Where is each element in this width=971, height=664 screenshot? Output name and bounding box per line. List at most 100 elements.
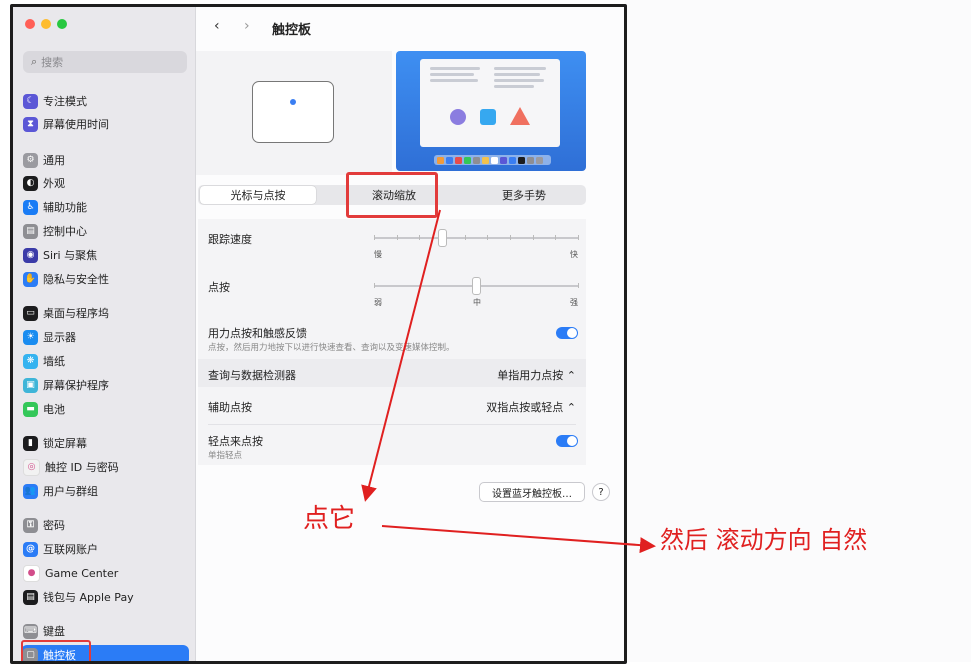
tracking-speed-label: 跟踪速度 — [208, 233, 252, 246]
secondary-click-popup[interactable]: 双指点按或轻点 ⌃ — [486, 399, 576, 415]
secondary-click-row: 辅助点按 双指点按或轻点 ⌃ — [198, 387, 586, 425]
sidebar-item-keyboard[interactable]: ⌨ 键盘 — [23, 621, 65, 641]
sidebar-item-label: 显示器 — [43, 331, 76, 344]
tap-to-click-toggle[interactable] — [556, 435, 578, 447]
slider-tick — [464, 235, 466, 240]
users-icon: 👥 — [23, 483, 38, 499]
tap-to-click-row: 轻点来点按 单指轻点 — [198, 425, 586, 465]
sidebar-item-wallpaper[interactable]: ❋ 墙纸 — [23, 351, 65, 371]
circle-shape-icon — [450, 109, 466, 125]
click-min: 弱 — [374, 298, 382, 307]
sidebar-item-label: 专注模式 — [43, 95, 87, 108]
accessibility-icon: ♿ — [23, 199, 38, 215]
close-button[interactable] — [25, 19, 35, 29]
click-knob[interactable] — [472, 277, 481, 295]
trackpad-illustration — [196, 51, 392, 175]
sidebar-item-label: 电池 — [43, 403, 65, 416]
sidebar-item-appearance[interactable]: ◐ 外观 — [23, 173, 65, 193]
wallpaper-icon: ❋ — [23, 353, 38, 369]
lookup-label: 查询与数据检测器 — [208, 369, 296, 382]
sidebar-item-battery[interactable]: ▬ 电池 — [23, 399, 65, 419]
key-icon: ⚿ — [23, 517, 38, 533]
force-click-description: 点按，然后用力地按下以进行快速查看、查询以及变速媒体控制。 — [208, 343, 455, 353]
sidebar-item-control-center[interactable]: ▤ 控制中心 — [23, 221, 87, 241]
annotation-click-it: 点它 — [303, 504, 356, 534]
sidebar-item-lock-screen[interactable]: ▮ 锁定屏幕 — [23, 433, 87, 453]
force-click-toggle[interactable] — [556, 327, 578, 339]
annotation-then-natural-scroll: 然后 滚动方向 自然 — [660, 526, 868, 554]
tracking-speed-min: 慢 — [374, 250, 382, 259]
click-label: 点按 — [208, 281, 230, 294]
slider-tick — [487, 235, 489, 240]
sidebar-item-users[interactable]: 👥 用户与群组 — [23, 481, 98, 501]
wallet-icon: ▤ — [23, 589, 38, 605]
sidebar-item-wallet[interactable]: ▤ 钱包与 Apple Pay — [23, 587, 134, 607]
sidebar-item-display[interactable]: ☀ 显示器 — [23, 327, 76, 347]
toolbar: ‹ › 触控板 — [196, 7, 624, 47]
sidebar-item-moon[interactable]: ☾ 专注模式 — [23, 91, 87, 111]
sidebar-item-game-center[interactable]: ● Game Center — [23, 563, 118, 583]
slider-tick — [396, 235, 398, 240]
siri-icon: ◉ — [23, 247, 38, 263]
search-placeholder: 搜索 — [41, 56, 64, 69]
sidebar-item-label: 触控 ID 与密码 — [45, 461, 119, 474]
sidebar-item-label: 桌面与程序坞 — [43, 307, 109, 320]
sidebar-item-label: 控制中心 — [43, 225, 87, 238]
force-click-row: 用力点按和触感反馈 点按，然后用力地按下以进行快速查看、查询以及变速媒体控制。 — [198, 319, 586, 359]
tracking-speed-max: 快 — [570, 250, 578, 259]
annotation-box-trackpad — [21, 640, 91, 661]
traffic-lights — [25, 19, 67, 29]
sidebar-item-label: 钱包与 Apple Pay — [43, 591, 134, 604]
sidebar-item-screensaver[interactable]: ▣ 屏幕保护程序 — [23, 375, 109, 395]
sidebar-item-dock[interactable]: ▭ 桌面与程序坞 — [23, 303, 109, 323]
gesture-preview-image — [396, 51, 586, 171]
sidebar-item-label: 墙纸 — [43, 355, 65, 368]
moon-icon: ☾ — [23, 93, 38, 109]
minimize-button[interactable] — [41, 19, 51, 29]
trackpad-icon — [252, 81, 334, 143]
sidebar-item-label: 用户与群组 — [43, 485, 98, 498]
sidebar-item-hourglass[interactable]: ⧗ 屏幕使用时间 — [23, 114, 109, 134]
sidebar-item-label: 屏幕保护程序 — [43, 379, 109, 392]
tracking-speed-knob[interactable] — [438, 229, 447, 247]
page-title: 触控板 — [272, 23, 312, 38]
sidebar-item-label: 锁定屏幕 — [43, 437, 87, 450]
tab-point-click[interactable]: 光标与点按 — [200, 186, 316, 204]
at-icon: @ — [23, 541, 38, 557]
tap-to-click-label: 轻点来点按 — [208, 435, 263, 448]
sidebar-item-label: 外观 — [43, 177, 65, 190]
sidebar-item-label: 隐私与安全性 — [43, 273, 109, 286]
sidebar-item-gear[interactable]: ⚙ 通用 — [23, 150, 65, 170]
annotation-box-scroll-zoom — [346, 172, 438, 218]
back-button[interactable]: ‹ — [214, 18, 220, 34]
tracking-speed-slider[interactable] — [374, 237, 578, 239]
lookup-popup[interactable]: 单指用力点按 ⌃ — [497, 367, 576, 383]
sidebar-item-label: Game Center — [45, 566, 119, 580]
sidebar: ⌕ 搜索 ☾ 专注模式 ⧗ 屏幕使用时间 ⚙ 通用 ◐ 外观 ♿ 辅助功能 ▤ 控制中心 ◉ Siri 与… — [13, 7, 196, 661]
sidebar-item-key[interactable]: ⚿ 密码 — [23, 515, 65, 535]
sidebar-item-accessibility[interactable]: ♿ 辅助功能 — [23, 197, 87, 217]
main-pane: ‹ › 触控板 光标与点按 滚动缩放 更多手势 跟踪速度 慢 快 点按 弱 中 … — [196, 7, 624, 661]
sidebar-item-siri[interactable]: ◉ Siri 与聚焦 — [23, 245, 97, 265]
sidebar-item-label: 键盘 — [43, 625, 65, 638]
dock-icon: ▭ — [23, 305, 38, 321]
search-input[interactable]: ⌕ 搜索 — [23, 51, 187, 73]
sidebar-item-label: 互联网账户 — [43, 543, 98, 556]
sidebar-item-label: Siri 与聚焦 — [43, 249, 98, 262]
lookup-row: 查询与数据检测器 单指用力点按 ⌃ — [198, 359, 586, 387]
sidebar-item-hand[interactable]: ✋ 隐私与安全性 — [23, 269, 109, 289]
click-mid: 中 — [473, 298, 481, 307]
help-button[interactable]: ? — [592, 483, 610, 501]
tap-to-click-description: 单指轻点 — [208, 451, 243, 461]
sidebar-item-fingerprint[interactable]: ◎ 触控 ID 与密码 — [23, 457, 119, 477]
tab-more-gestures[interactable]: 更多手势 — [464, 186, 584, 204]
zoom-button[interactable] — [57, 19, 67, 29]
setup-bluetooth-trackpad-button[interactable]: 设置蓝牙触控板… — [479, 482, 585, 502]
force-click-label: 用力点按和触感反馈 — [208, 327, 307, 340]
forward-button[interactable]: › — [244, 18, 250, 34]
sidebar-item-label: 密码 — [43, 519, 65, 532]
slider-tick — [578, 235, 579, 240]
sidebar-item-label: 屏幕使用时间 — [43, 118, 109, 131]
sidebar-item-at[interactable]: @ 互联网账户 — [23, 539, 98, 559]
battery-icon: ▬ — [23, 401, 38, 417]
